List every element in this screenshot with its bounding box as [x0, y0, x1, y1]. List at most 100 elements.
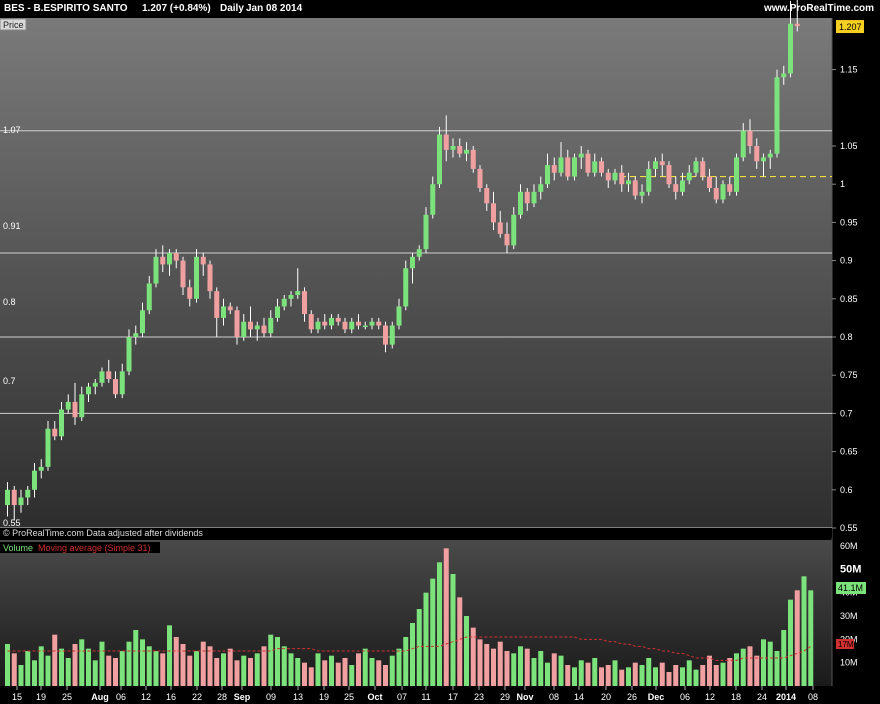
candle-up [281, 298, 287, 307]
candle-up [578, 153, 584, 158]
volume-bar [585, 662, 591, 686]
candle-down [673, 184, 679, 192]
volume-tick-label: 60M [840, 541, 858, 551]
date-tick-label: 28 [217, 692, 227, 702]
chart-canvas: 1.07 0.91 0.8 0.7 0.55 1.251.151.0510.95… [0, 0, 880, 704]
candle-down [342, 321, 348, 330]
volume-bar [443, 548, 449, 686]
volume-bar [632, 662, 638, 686]
candle-down [524, 191, 530, 204]
candle-down [666, 165, 672, 185]
volume-bar [477, 639, 483, 686]
volume-bar [221, 653, 226, 686]
candle-up [254, 325, 260, 330]
volume-bar [349, 665, 355, 686]
candle-up [140, 310, 145, 334]
volume-bar [52, 634, 58, 686]
volume-bar [268, 634, 274, 686]
candle-up [531, 191, 537, 204]
candle-up [79, 394, 85, 418]
candle-up [781, 73, 787, 78]
candle-down [356, 321, 361, 326]
candle-down [200, 256, 206, 265]
candle-up [788, 23, 793, 74]
date-tick-label: 08 [549, 692, 559, 702]
date-tick-label: 07 [397, 692, 407, 702]
candle-down [754, 146, 760, 162]
volume-bar [45, 655, 51, 686]
volume-bar [32, 660, 37, 686]
date-tick-label: 12 [141, 692, 151, 702]
price-tick-label: 0.8 [840, 332, 853, 342]
candle-down [491, 203, 496, 223]
volume-bar [248, 658, 253, 686]
date-tick-label: 06 [116, 692, 126, 702]
candle-up [369, 321, 375, 326]
candle-down [585, 153, 591, 173]
candle-down [113, 379, 118, 395]
date-tick-label: 15 [12, 692, 22, 702]
volume-bar [133, 630, 139, 686]
date-tick-label: 18 [731, 692, 741, 702]
volume-bar [659, 662, 665, 686]
candle-up [126, 337, 132, 372]
volume-bar [126, 641, 132, 686]
volume-bar [626, 667, 631, 686]
candle-down [470, 149, 476, 169]
candle-up [538, 184, 544, 192]
date-tick-label: 29 [500, 692, 510, 702]
candle-down [484, 188, 490, 204]
hline-label-0.55: 0.55 [3, 518, 21, 528]
candle-down [383, 325, 388, 345]
candle-down [261, 325, 267, 334]
candle-up [437, 134, 442, 185]
date-tick-label: 25 [62, 692, 72, 702]
volume-bar [747, 646, 753, 686]
volume-bar [612, 660, 618, 686]
candle-up [558, 157, 564, 173]
volume-bar [403, 637, 409, 686]
candle-up [389, 325, 395, 345]
candle-up [639, 191, 645, 196]
price-tick-label: 0.6 [840, 485, 853, 495]
current-price-label: 1.207 [839, 22, 862, 32]
volume-bar [653, 667, 658, 686]
date-tick-label: 19 [36, 692, 46, 702]
candle-up [423, 214, 429, 250]
date-tick-label: Dec [648, 692, 665, 702]
hline-label-1.07: 1.07 [3, 125, 21, 135]
volume-bar [214, 658, 220, 686]
date-tick-label: 19 [319, 692, 329, 702]
candle-down [565, 157, 571, 177]
candle-up [153, 256, 159, 284]
volume-bar [457, 597, 463, 686]
date-tick-label: Nov [516, 692, 533, 702]
candle-down [302, 291, 307, 315]
volume-bar [808, 590, 814, 686]
candle-up [410, 256, 415, 269]
volume-bar [335, 662, 341, 686]
volume-bar [86, 648, 91, 686]
volume-bar [38, 646, 44, 686]
candle-up [349, 321, 355, 330]
candle-down [180, 260, 186, 288]
volume-bar [538, 651, 544, 686]
volume-bar [315, 653, 321, 686]
volume-bar [767, 641, 773, 686]
volume-bar [25, 651, 31, 686]
candle-down [72, 401, 78, 418]
date-tick-label: 06 [680, 692, 690, 702]
volume-bar [106, 655, 112, 686]
x-axis-bg [0, 686, 880, 704]
volume-bar [592, 658, 598, 686]
volume-bar [59, 648, 64, 686]
candle-up [45, 428, 51, 467]
candle-down [700, 161, 706, 177]
volume-bar [518, 646, 523, 686]
volume-bar [187, 655, 193, 686]
candle-up [25, 489, 31, 498]
candle-up [693, 161, 699, 173]
candle-down [106, 371, 112, 380]
volume-bar [673, 665, 679, 686]
volume-tick-label: 30M [840, 611, 858, 621]
